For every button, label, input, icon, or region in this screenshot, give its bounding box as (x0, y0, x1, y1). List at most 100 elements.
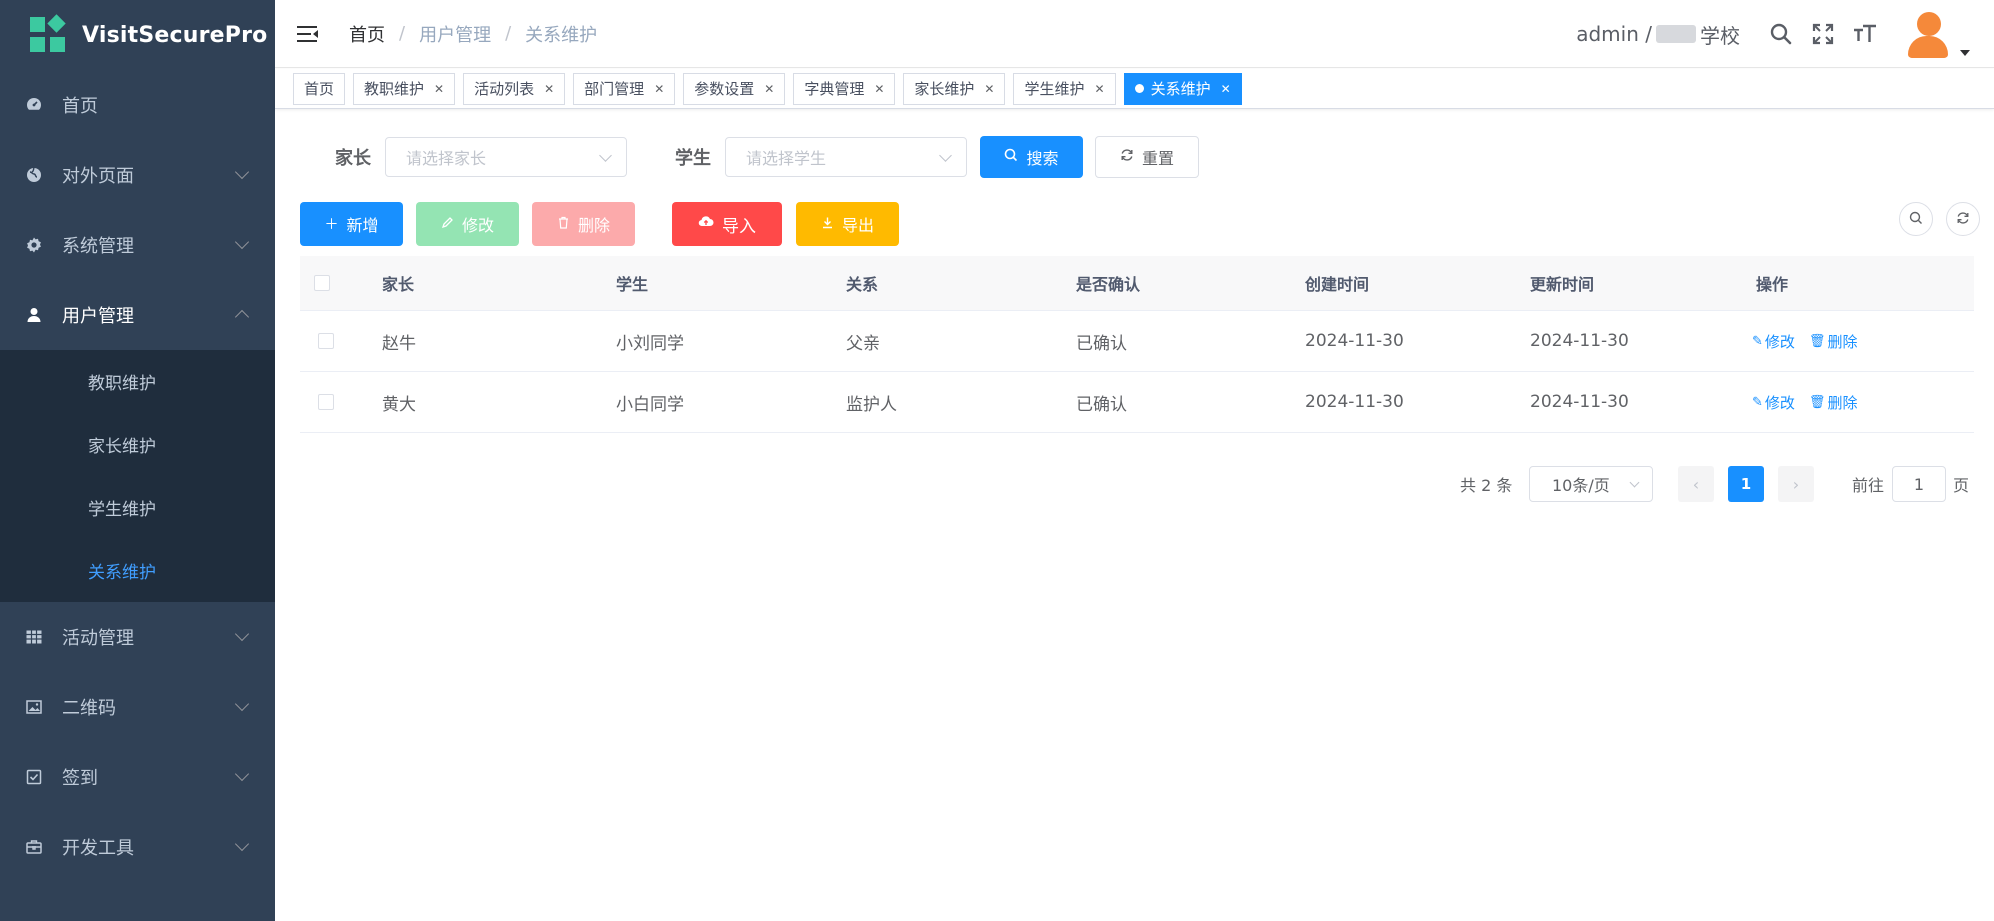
tag-label: 家长维护 (914, 80, 975, 98)
table-row: 黄大 小白同学 监护人 已确认 2024-11-30 2024-11-30 ✎ 修… (300, 372, 1974, 433)
cell-relation: 父亲 (846, 333, 880, 354)
gear-icon (24, 235, 44, 255)
sidebar-item-external[interactable]: 对外页面 (0, 140, 275, 210)
sidebar-subitem-relations[interactable]: 关系维护 (0, 539, 275, 602)
sidebar-item-label: 系统管理 (62, 236, 134, 257)
column-header: 更新时间 (1530, 275, 1595, 294)
search-button[interactable]: 搜索 (980, 136, 1083, 178)
select-all-checkbox[interactable] (314, 256, 330, 310)
tag-label: 活动列表 (474, 80, 535, 98)
active-dot-icon (1134, 84, 1144, 93)
sidebar-subitem-staff[interactable]: 教职维护 (0, 350, 275, 413)
page-size-select[interactable]: 10条/页 (1529, 466, 1653, 502)
prev-page-button[interactable]: ‹ (1678, 466, 1714, 502)
pagination-total: 共 2 条 (1460, 476, 1513, 495)
reset-button[interactable]: 重置 (1095, 136, 1199, 178)
cell-actions: ✎ 修改 🗑 删除 (1752, 372, 1871, 432)
avatar-dropdown[interactable] (1904, 10, 1970, 58)
tag-staff[interactable]: 教职维护 ✕ (353, 72, 456, 105)
sidebar-item-label: 签到 (62, 768, 98, 789)
refresh-table-button[interactable] (1946, 202, 1980, 236)
next-page-button[interactable]: › (1778, 466, 1814, 502)
close-icon[interactable]: ✕ (544, 82, 554, 96)
search-icon[interactable] (1768, 21, 1794, 47)
toolbar: ＋ 新增 修改 删除 导入 导出 (300, 202, 1994, 246)
search-form: 家长 请选择家长 学生 请选择学生 搜索 重置 (275, 136, 1994, 178)
tag-activities[interactable]: 活动列表 ✕ (463, 72, 566, 105)
search-button-label: 搜索 (1026, 149, 1059, 168)
sidebar-item-qrcode[interactable]: 二维码 (0, 672, 275, 742)
reset-button-label: 重置 (1141, 149, 1174, 168)
school-suffix: 学校 (1700, 23, 1740, 48)
column-header: 是否确认 (1076, 275, 1141, 294)
sidebar-item-activities[interactable]: 活动管理 (0, 602, 275, 672)
export-button[interactable]: 导出 (796, 202, 899, 246)
page-size-value: 10条/页 (1552, 476, 1610, 495)
chevron-down-icon (939, 149, 952, 162)
close-icon[interactable]: ✕ (1095, 82, 1105, 96)
close-icon[interactable]: ✕ (984, 82, 994, 96)
tag-dictionary[interactable]: 字典管理 ✕ (793, 72, 896, 105)
tag-params[interactable]: 参数设置 ✕ (683, 72, 786, 105)
add-button[interactable]: ＋ 新增 (300, 202, 403, 246)
tags-view: 首页 教职维护 ✕ 活动列表 ✕ 部门管理 ✕ 参数设置 ✕ 字典管理 ✕ 家长维护 ✕ 学… (275, 69, 1994, 109)
cell-created: 2024-11-30 (1305, 392, 1404, 412)
row-edit-link[interactable]: ✎ 修改 (1752, 392, 1795, 413)
add-button-label: 新增 (346, 216, 379, 235)
sidebar-item-users[interactable]: 用户管理 (0, 280, 275, 350)
chevron-down-icon (1629, 477, 1640, 488)
import-button[interactable]: 导入 (672, 202, 782, 246)
sidebar-item-home[interactable]: 首页 (0, 70, 275, 140)
fullscreen-icon[interactable] (1810, 21, 1836, 47)
row-checkbox[interactable] (318, 311, 334, 371)
delete-button[interactable]: 删除 (532, 202, 635, 246)
table-icon (24, 627, 44, 647)
goto-page-input[interactable]: 1 (1892, 466, 1946, 502)
navbar-right: admin / 学校 (1576, 0, 1970, 68)
cell-student: 小白同学 (616, 394, 684, 415)
breadcrumb-item[interactable]: 首页 (349, 21, 385, 47)
tag-relations[interactable]: 关系维护 ✕ (1123, 72, 1242, 105)
cell-parent: 赵牛 (382, 333, 416, 354)
sidebar-subitem-parents[interactable]: 家长维护 (0, 413, 275, 476)
tag-students[interactable]: 学生维护 ✕ (1013, 72, 1116, 105)
cell-parent: 黄大 (382, 394, 416, 415)
student-select[interactable]: 请选择学生 (725, 137, 967, 177)
sidebar-subitem-students[interactable]: 学生维护 (0, 476, 275, 539)
close-icon[interactable]: ✕ (1221, 82, 1231, 96)
parent-select[interactable]: 请选择家长 (385, 137, 627, 177)
row-delete-link[interactable]: 🗑 删除 (1809, 331, 1858, 352)
tag-home[interactable]: 首页 (293, 72, 346, 105)
avatar[interactable] (1904, 10, 1952, 58)
goto-label: 前往 (1852, 476, 1885, 495)
logo[interactable]: VisitSecurePro (0, 0, 275, 70)
column-header: 操作 (1756, 275, 1789, 294)
row-delete-link[interactable]: 🗑 删除 (1809, 392, 1858, 413)
username: admin / (1576, 22, 1652, 46)
close-icon[interactable]: ✕ (434, 82, 444, 96)
font-size-icon[interactable] (1852, 21, 1878, 47)
chevron-up-icon (234, 309, 250, 325)
close-icon[interactable]: ✕ (874, 82, 884, 96)
toggle-search-button[interactable] (1899, 202, 1933, 236)
chevron-down-icon (234, 766, 250, 782)
row-edit-link[interactable]: ✎ 修改 (1752, 331, 1795, 352)
tag-label: 部门管理 (584, 80, 645, 98)
page-number-current[interactable]: 1 (1728, 466, 1764, 502)
column-header: 关系 (846, 275, 879, 294)
hamburger-icon[interactable] (297, 25, 319, 43)
toolbox-icon (24, 837, 44, 857)
close-icon[interactable]: ✕ (764, 82, 774, 96)
edit-button[interactable]: 修改 (416, 202, 519, 246)
close-icon[interactable]: ✕ (654, 82, 664, 96)
table-row: 赵牛 小刘同学 父亲 已确认 2024-11-30 2024-11-30 ✎ 修改… (300, 311, 1974, 372)
tag-departments[interactable]: 部门管理 ✕ (573, 72, 676, 105)
tag-parents[interactable]: 家长维护 ✕ (903, 72, 1006, 105)
student-label: 学生 (675, 148, 711, 169)
sidebar-item-system[interactable]: 系统管理 (0, 210, 275, 280)
sidebar-item-checkin[interactable]: 签到 (0, 742, 275, 812)
logo-icon (30, 14, 66, 53)
relations-table: 家长 学生 关系 是否确认 创建时间 更新时间 操作 赵牛 小刘同学 父亲 已确… (300, 256, 1974, 433)
sidebar-item-devtools[interactable]: 开发工具 (0, 812, 275, 882)
row-checkbox[interactable] (318, 372, 334, 432)
